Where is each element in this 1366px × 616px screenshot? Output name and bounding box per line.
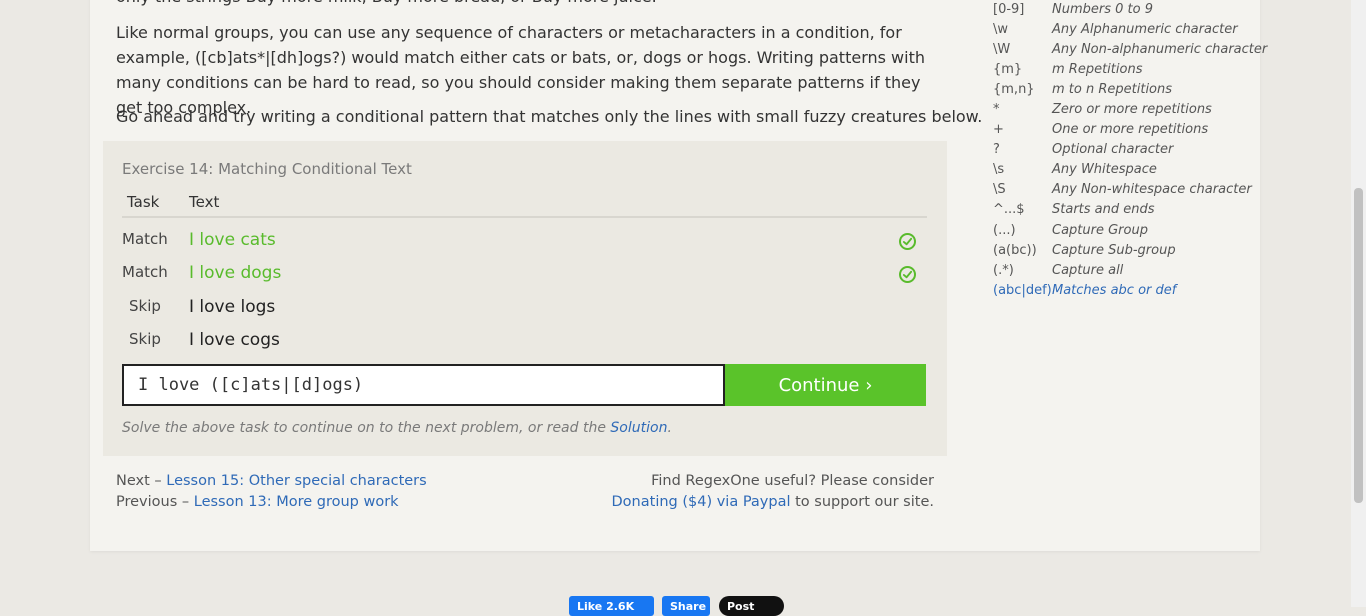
reference-value: Numbers 0 to 9 — [1052, 2, 1153, 17]
reference-key: (...) — [993, 223, 1016, 238]
reference-value: Any Whitespace — [1052, 162, 1157, 177]
table-row: Skip I love cogs — [103, 327, 947, 360]
row-text: I love cats — [189, 230, 276, 250]
row-task: Match — [122, 263, 168, 281]
next-lesson-link[interactable]: Lesson 15: Other special characters — [166, 473, 426, 489]
reference-key: ^...$ — [993, 202, 1025, 217]
reference-key: + — [993, 122, 1004, 137]
reference-value: Any Non-whitespace character — [1052, 182, 1252, 197]
column-header-text: Text — [189, 193, 220, 211]
facebook-share-button[interactable]: Share — [662, 596, 710, 616]
table-row: Match I love dogs — [103, 260, 947, 293]
lesson-clipped-line: only the strings Buy more milk, Buy more… — [116, 0, 657, 9]
hint-suffix: . — [667, 420, 672, 436]
reference-key: * — [993, 102, 1000, 117]
reference-value: Starts and ends — [1052, 202, 1155, 217]
reference-value: m Repetitions — [1052, 62, 1143, 77]
next-lesson: Next – Lesson 15: Other special characte… — [116, 471, 427, 492]
table-row: Match I love cats — [103, 227, 947, 260]
reference-key: \w — [993, 22, 1009, 37]
donate-suffix: to support our site. — [790, 494, 934, 510]
continue-button[interactable]: Continue › — [725, 364, 926, 406]
reference-key: \s — [993, 162, 1005, 177]
column-header-task: Task — [127, 193, 160, 211]
donate-link[interactable]: Donating ($4) via Paypal — [612, 494, 791, 510]
exercise-title: Exercise 14: Matching Conditional Text — [122, 160, 412, 178]
reference-value: Capture Sub-group — [1052, 243, 1176, 258]
row-text: I love cogs — [189, 330, 280, 350]
reference-value: One or more repetitions — [1052, 122, 1209, 137]
row-task: Skip — [129, 297, 161, 315]
reference-value: Any Non-alphanumeric character — [1052, 42, 1268, 57]
reference-value: Any Alphanumeric character — [1052, 22, 1238, 37]
check-icon — [899, 266, 916, 283]
exercise-hint: Solve the above task to continue on to t… — [122, 420, 672, 436]
reference-key: \W — [993, 42, 1011, 57]
reference-value: Matches abc or def — [1052, 283, 1177, 298]
lesson-navigation: Next – Lesson 15: Other special characte… — [116, 471, 427, 513]
donate-line-2: Donating ($4) via Paypal to support our … — [612, 492, 934, 513]
previous-lesson-link[interactable]: Lesson 13: More group work — [194, 494, 399, 510]
donate-line: Find RegexOne useful? Please consider — [651, 473, 934, 489]
x-post-button[interactable]: Post — [719, 596, 784, 616]
reference-key: (.*) — [993, 263, 1014, 278]
reference-key: [0-9] — [993, 2, 1025, 17]
previous-lesson: Previous – Lesson 13: More group work — [116, 492, 427, 513]
check-icon — [899, 233, 916, 250]
reference-key: (abc|def) — [993, 283, 1052, 298]
exercise-panel: Exercise 14: Matching Conditional Text T… — [103, 141, 947, 456]
next-label: Next – — [116, 473, 167, 489]
reference-value: Optional character — [1052, 142, 1174, 157]
regex-input-wrapper — [122, 364, 725, 406]
lesson-instruction: Go ahead and try writing a conditional p… — [116, 107, 983, 126]
regex-input[interactable] — [124, 366, 723, 404]
reference-value: Zero or more repetitions — [1052, 102, 1212, 117]
reference-key: {m,n} — [993, 82, 1035, 97]
hint-text: Solve the above task to continue on to t… — [122, 420, 611, 436]
row-task: Match — [122, 230, 168, 248]
reference-value: m to n Repetitions — [1052, 82, 1173, 97]
row-text: I love dogs — [189, 263, 282, 283]
previous-label: Previous – — [116, 494, 194, 510]
solution-link[interactable]: Solution — [610, 420, 667, 436]
reference-key: \S — [993, 182, 1006, 197]
row-task: Skip — [129, 330, 161, 348]
reference-key: (a(bc)) — [993, 243, 1037, 258]
table-header-divider — [122, 216, 927, 218]
reference-key: ? — [993, 142, 1000, 157]
page-scrollbar[interactable] — [1351, 0, 1366, 607]
donate-note: Find RegexOne useful? Please consider Do… — [612, 471, 934, 513]
table-row: Skip I love logs — [103, 294, 947, 327]
reference-value: Capture all — [1052, 263, 1124, 278]
row-text: I love logs — [189, 297, 276, 317]
scrollbar-thumb[interactable] — [1354, 188, 1363, 503]
facebook-like-button[interactable]: Like 2.6K — [569, 596, 654, 616]
reference-key: {m} — [993, 62, 1023, 77]
reference-value: Capture Group — [1052, 223, 1148, 238]
